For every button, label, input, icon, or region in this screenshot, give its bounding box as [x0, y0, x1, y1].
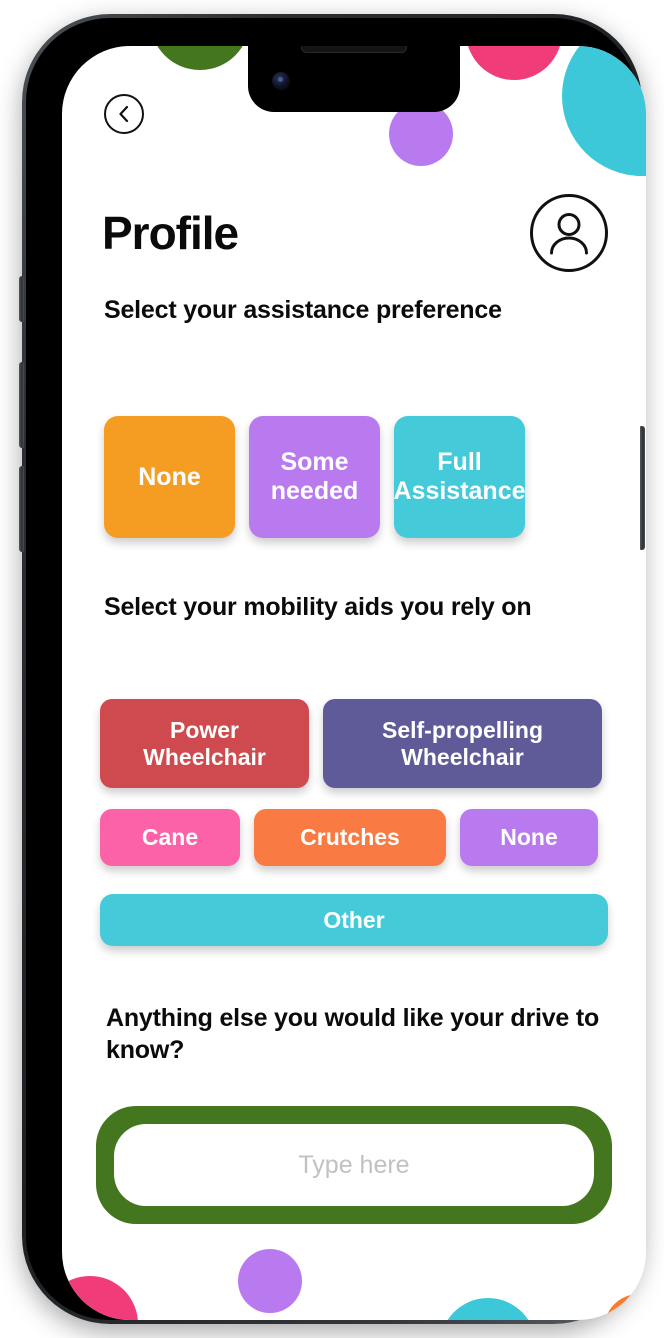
chip-label: None	[500, 824, 558, 851]
user-avatar-icon	[539, 202, 599, 265]
phone-screen: Profile Select your assistance preferenc…	[62, 46, 646, 1320]
front-camera-icon	[272, 72, 290, 90]
profile-screen-content: Profile Select your assistance preferenc…	[62, 46, 646, 1320]
phone-frame: Profile Select your assistance preferenc…	[19, 14, 646, 1324]
assistance-preference-options: None Some needed Full Assistance	[104, 416, 526, 538]
avatar[interactable]	[530, 194, 608, 272]
profile-header: Profile	[102, 194, 616, 272]
power-button[interactable]	[640, 426, 645, 550]
assistance-option-some-needed[interactable]: Some needed	[249, 416, 380, 538]
mobility-aid-self-propelling-wheelchair[interactable]: Self-propelling Wheelchair	[323, 699, 602, 788]
mobility-aids-row-2: Cane Crutches None	[100, 809, 598, 866]
mobility-aids-row-1: Power Wheelchair Self-propelling Wheelcha…	[100, 699, 602, 788]
mobility-aid-none[interactable]: None	[460, 809, 598, 866]
earpiece-speaker-icon	[301, 46, 407, 53]
mute-switch-button[interactable]	[19, 276, 24, 322]
driver-notes-field-wrapper	[96, 1106, 612, 1224]
driver-notes-heading: Anything else you would like your drive …	[106, 1004, 600, 1064]
assistance-option-none[interactable]: None	[104, 416, 235, 538]
volume-down-button[interactable]	[19, 466, 24, 552]
mobility-aids-heading: Select your mobility aids you rely on	[104, 593, 532, 621]
chip-label: Cane	[141, 824, 199, 851]
back-button[interactable]	[104, 94, 144, 134]
mobility-aid-cane[interactable]: Cane	[100, 809, 240, 866]
mobility-aids-row-3: Other	[100, 894, 608, 946]
chip-label: Crutches	[300, 824, 400, 851]
chip-label: Other	[323, 906, 385, 933]
mobility-aid-other[interactable]: Other	[100, 894, 608, 946]
chip-label: Power Wheelchair	[143, 717, 266, 770]
device-notch	[248, 46, 460, 112]
mobility-aid-crutches[interactable]: Crutches	[254, 809, 446, 866]
chip-label: Self-propelling Wheelchair	[382, 717, 543, 770]
chip-label: Some needed	[270, 448, 359, 505]
driver-notes-input[interactable]	[114, 1124, 594, 1206]
mobility-aid-power-wheelchair[interactable]: Power Wheelchair	[100, 699, 309, 788]
chip-label: None	[138, 462, 201, 491]
chevron-left-icon	[116, 104, 132, 124]
page-title: Profile	[102, 207, 239, 259]
chip-label: Full Assistance	[393, 448, 526, 505]
assistance-option-full-assistance[interactable]: Full Assistance	[393, 416, 526, 538]
assistance-preference-heading: Select your assistance preference	[104, 296, 502, 324]
volume-up-button[interactable]	[19, 362, 24, 448]
